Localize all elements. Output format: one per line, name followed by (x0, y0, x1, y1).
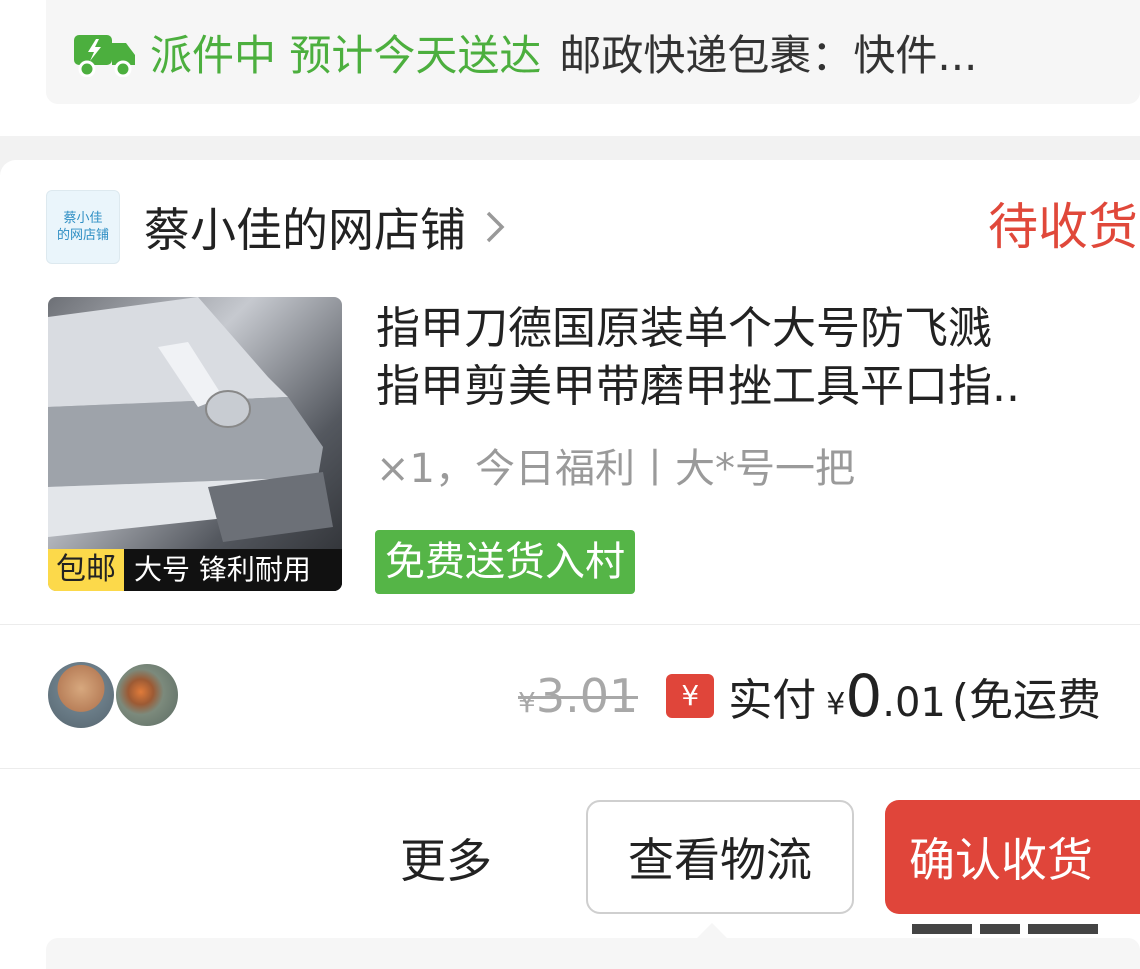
paid-amount-integer: 0 (845, 662, 883, 730)
divider (0, 624, 1140, 625)
free-shipping-badge: 包邮 (48, 549, 124, 591)
product-feature-caption: 大号 锋利耐用 (124, 549, 342, 591)
shop-logo[interactable]: 蔡小佳 的网店铺 (46, 190, 120, 264)
product-title-line1: 指甲刀德国原装单个大号防飞溅 (376, 303, 992, 354)
shipping-note: (免运费 (951, 675, 1102, 726)
shop-logo-line1: 蔡小佳 (63, 211, 103, 226)
original-price-value: 3.01 (535, 669, 639, 723)
divider (0, 768, 1140, 769)
product-spec: ×1，今日福利丨大*号一把 (376, 446, 855, 492)
order-card: 蔡小佳 的网店铺 蔡小佳的网店铺 待收货 包邮 大号 锋利耐用 指甲刀德国原装单… (0, 160, 1140, 969)
view-logistics-button[interactable]: 查看物流 (586, 800, 854, 914)
top-section: 派件中 预计今天送达 邮政快递包裹：快件... (0, 0, 1140, 136)
confirm-receipt-button[interactable]: 确认收货 (885, 800, 1140, 914)
village-delivery-badge: 免费送货入村 (375, 530, 635, 594)
paid-amount-decimal: .01 (882, 680, 946, 726)
delivery-status-bar[interactable]: 派件中 预计今天送达 邮政快递包裹：快件... (46, 0, 1140, 104)
paid-currency: ¥ (826, 687, 846, 722)
paid-label: 实付 (728, 675, 817, 726)
original-price: ¥3.01 (518, 669, 639, 723)
next-card-preview (46, 938, 1140, 969)
product-image[interactable]: 包邮 大号 锋利耐用 (48, 297, 342, 591)
original-price-currency: ¥ (518, 686, 536, 719)
shop-logo-line2: 的网店铺 (56, 228, 109, 243)
delivery-status-text: 派件中 预计今天送达 (150, 30, 542, 80)
product-title-line2: 指甲剪美甲带磨甲挫工具平口指.. (376, 361, 1020, 412)
product-title[interactable]: 指甲刀德国原装单个大号防飞溅 指甲剪美甲带磨甲挫工具平口指.. (376, 300, 1140, 416)
more-button[interactable]: 更多 (400, 825, 492, 891)
order-status: 待收货 (988, 198, 1138, 256)
avatar[interactable] (48, 662, 114, 728)
nail-clipper-illustration (48, 297, 333, 542)
product-image-badge: 包邮 大号 锋利耐用 (48, 549, 342, 591)
shop-header[interactable]: 蔡小佳 的网店铺 蔡小佳的网店铺 待收货 (46, 190, 1140, 264)
delivery-detail-text: 邮政快递包裹：快件... (559, 30, 978, 80)
delivery-truck-icon (74, 35, 135, 77)
shop-name[interactable]: 蔡小佳的网店铺 (144, 194, 466, 260)
chevron-right-icon[interactable] (482, 207, 508, 247)
avatar[interactable] (114, 662, 180, 728)
price-row: ¥3.01 ¥ 实付 ¥ 0 .01 (免运费 (518, 656, 1101, 736)
payment-yen-icon: ¥ (666, 674, 715, 718)
